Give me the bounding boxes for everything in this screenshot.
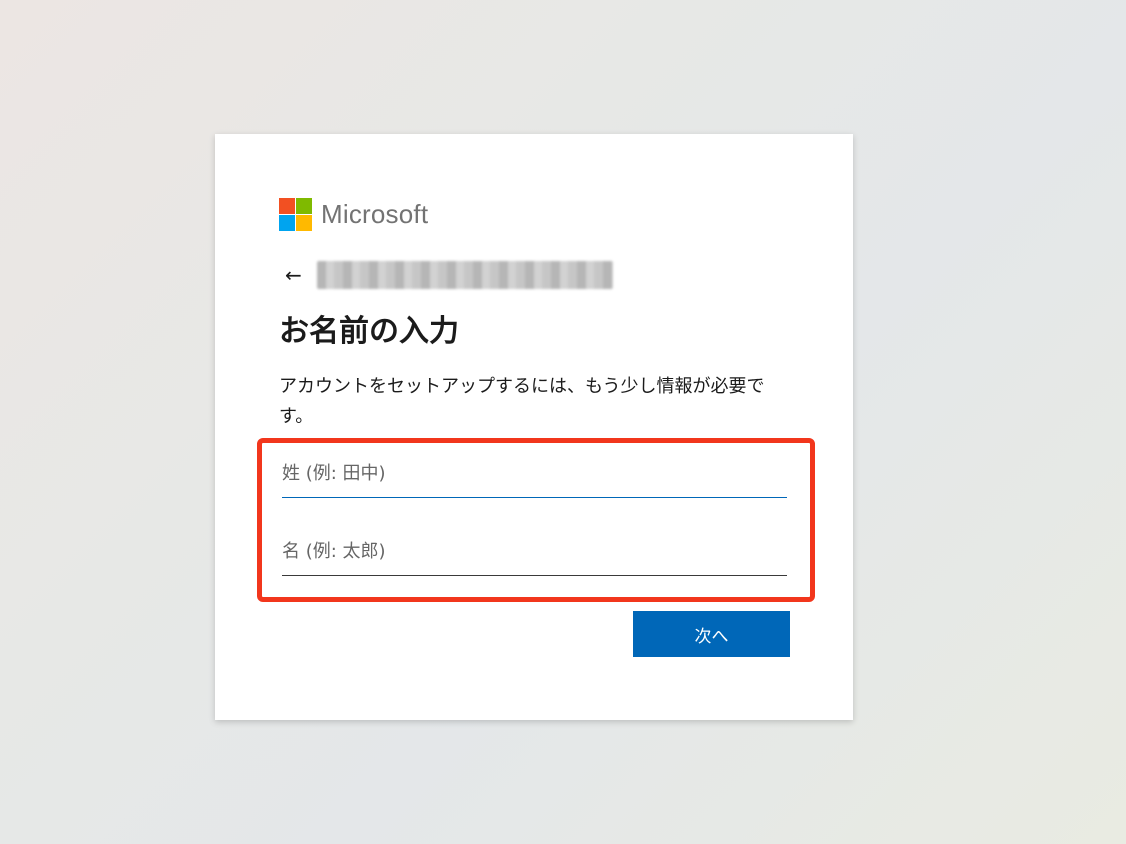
blurred-account-identifier bbox=[317, 261, 613, 289]
first-name-input[interactable] bbox=[282, 534, 787, 576]
microsoft-logo-icon bbox=[279, 197, 312, 231]
page-title: お名前の入力 bbox=[279, 314, 459, 349]
microsoft-logo: Microsoft bbox=[279, 197, 428, 231]
last-name-input[interactable] bbox=[282, 456, 787, 498]
identity-row: ← bbox=[285, 258, 613, 292]
signup-card: Microsoft ← お名前の入力 アカウントをセットアップするには、もう少し… bbox=[215, 134, 853, 720]
next-button[interactable]: 次へ bbox=[633, 611, 790, 657]
brand-name: Microsoft bbox=[321, 198, 429, 229]
arrow-left-icon[interactable]: ← bbox=[285, 265, 309, 285]
page-description: アカウントをセットアップするには、もう少し情報が必要です。 bbox=[279, 376, 765, 427]
